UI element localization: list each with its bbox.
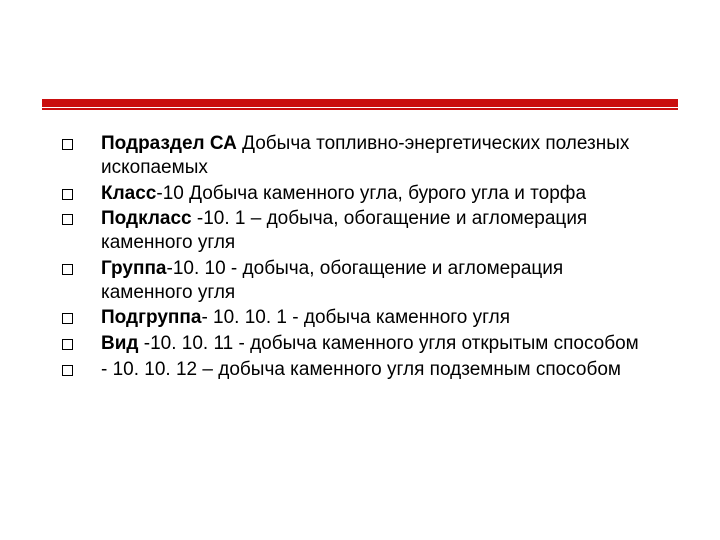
list-item-bold: Подгруппа [101, 307, 201, 328]
list-item: Класс-10 Добыча каменного угла, бурого у… [62, 182, 658, 206]
list-item-text: Подгруппа- 10. 10. 1 - добыча каменного … [101, 306, 658, 330]
list-item-rest: -10. 10. 11 - добыча каменного угля откр… [138, 333, 638, 354]
accent-thick-line [42, 99, 678, 107]
list-item: Группа-10. 10 - добыча, обогащение и агл… [62, 257, 658, 305]
square-bullet-icon [62, 339, 73, 350]
list-item: Подраздел СА Добыча топливно-энергетичес… [62, 132, 658, 180]
list-item-rest: - 10. 10. 12 – добыча каменного угля под… [101, 359, 621, 380]
list-item-bold: Класс [101, 183, 156, 204]
list-item-text: Группа-10. 10 - добыча, обогащение и агл… [101, 257, 658, 305]
list-item-text: Класс-10 Добыча каменного угла, бурого у… [101, 182, 658, 206]
list-item-bold: Группа [101, 258, 167, 279]
list-item-text: Подраздел СА Добыча топливно-энергетичес… [101, 132, 658, 180]
list-item: Подгруппа- 10. 10. 1 - добыча каменного … [62, 306, 658, 330]
list-item-text: Вид -10. 10. 11 - добыча каменного угля … [101, 332, 658, 356]
accent-bar [42, 98, 678, 108]
list-item-rest: -10 Добыча каменного угла, бурого угла и… [156, 183, 586, 204]
list-item: Подкласс -10. 1 – добыча, обогащение и а… [62, 207, 658, 255]
list-item: Вид -10. 10. 11 - добыча каменного угля … [62, 332, 658, 356]
square-bullet-icon [62, 264, 73, 275]
square-bullet-icon [62, 214, 73, 225]
square-bullet-icon [62, 365, 73, 376]
square-bullet-icon [62, 139, 73, 150]
list-item-text: - 10. 10. 12 – добыча каменного угля под… [101, 358, 658, 382]
square-bullet-icon [62, 313, 73, 324]
content-list: Подраздел СА Добыча топливно-энергетичес… [62, 132, 658, 384]
list-item-bold: Подкласс [101, 208, 192, 229]
list-item-text: Подкласс -10. 1 – добыча, обогащение и а… [101, 207, 658, 255]
list-item-bold: Вид [101, 333, 138, 354]
list-item-bold: Подраздел СА [101, 133, 237, 154]
slide: Подраздел СА Добыча топливно-энергетичес… [0, 0, 720, 540]
list-item-rest: -10. 10 - добыча, обогащение и агломерац… [101, 258, 563, 303]
accent-thin-line [42, 108, 678, 110]
list-item: - 10. 10. 12 – добыча каменного угля под… [62, 358, 658, 382]
square-bullet-icon [62, 189, 73, 200]
list-item-rest: - 10. 10. 1 - добыча каменного угля [201, 307, 510, 328]
